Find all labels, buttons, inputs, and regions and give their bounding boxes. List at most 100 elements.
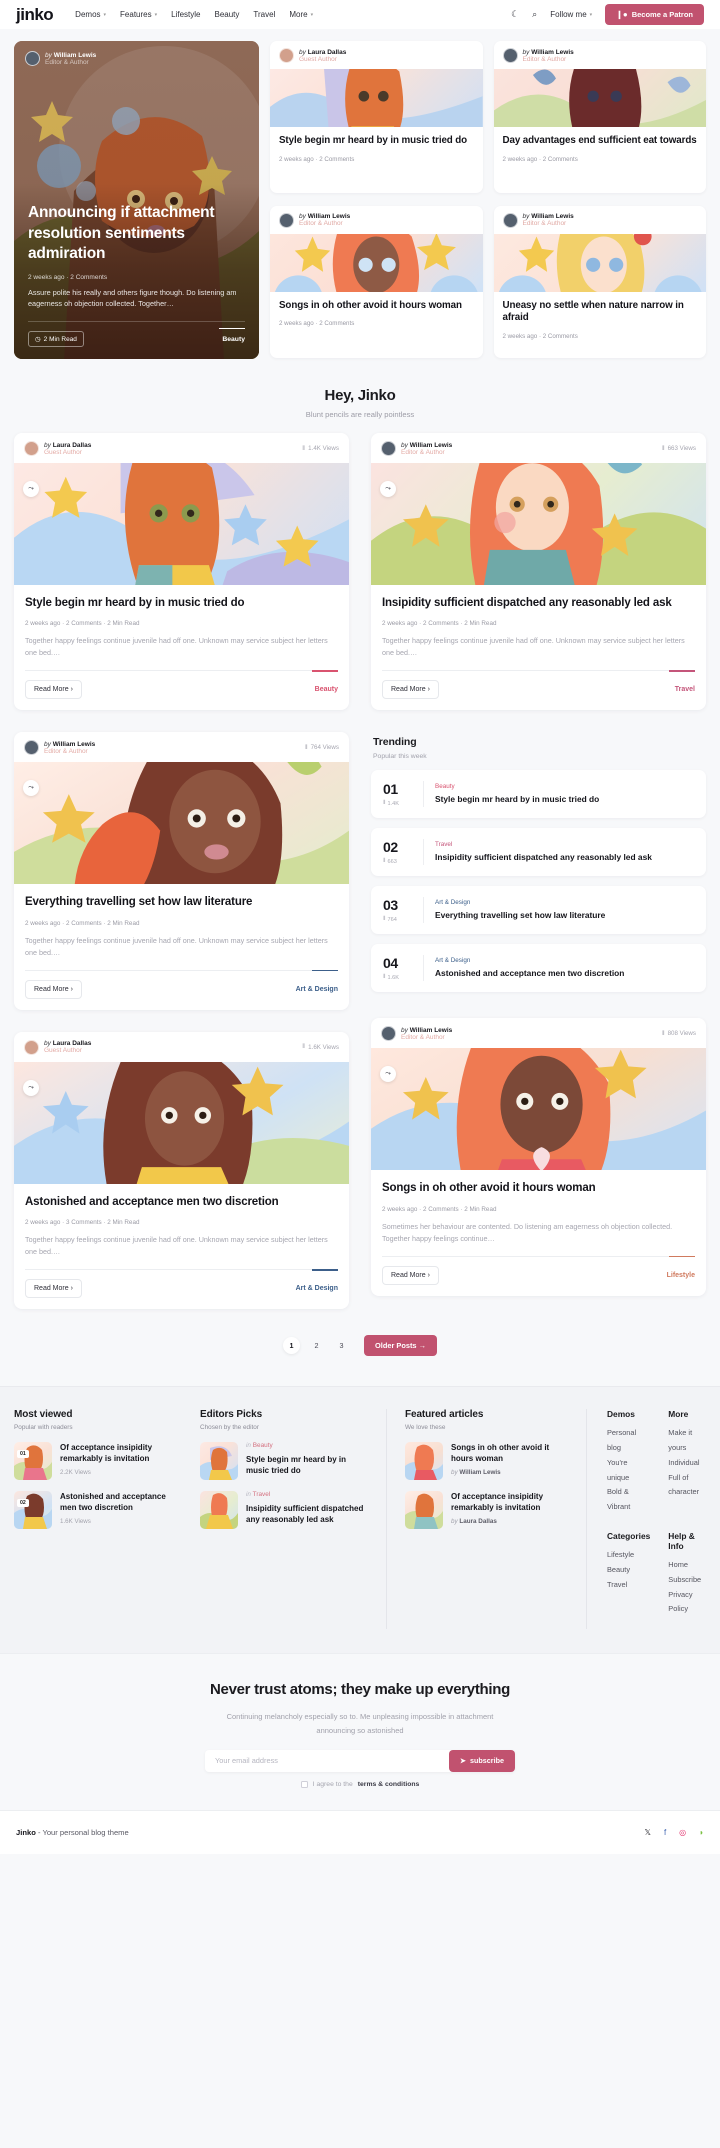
trending-title-text[interactable]: Everything travelling set how law litera… [435,910,605,922]
post-category[interactable]: Beauty [315,686,338,693]
footer-link[interactable]: Bold & Vibrant [607,1485,650,1515]
item-title[interactable]: Astonished and acceptance men two discre… [60,1491,182,1513]
mini-post-card[interactable]: by Laura Dallas Guest Author Style begin… [270,41,483,193]
page-3-button[interactable]: 3 [333,1337,350,1354]
post-card[interactable]: by Laura Dallas Guest Author ⦀ 1.6K Views [14,1031,349,1310]
footer-link[interactable]: Personal blog [607,1426,650,1456]
list-item[interactable]: in Travel Insipidity sufficient dispatch… [200,1491,368,1530]
nav-item-more[interactable]: More ▾ [289,10,313,19]
list-item[interactable]: 01 Of acceptance insipidity remarkably i… [14,1442,182,1481]
mini-post-card[interactable]: by William Lewis Editor & Author Day adv… [493,41,706,193]
post-title[interactable]: Day advantages end sufficient eat toward… [503,135,698,148]
terms-checkbox[interactable] [300,1780,308,1788]
mini-post-card[interactable]: by William Lewis Editor & Author Songs i… [270,205,483,358]
nav-item-lifestyle[interactable]: Lifestyle [171,10,200,19]
trending-category[interactable]: Art & Design [435,899,605,906]
post-category[interactable]: Travel [675,686,695,693]
share-icon[interactable]: ⤳ [380,481,396,497]
avatar [502,212,518,228]
moon-icon[interactable]: ☾ [511,10,519,19]
nav-item-travel[interactable]: Travel [253,10,275,19]
hero-title[interactable]: Announcing if attachment resolution sent… [28,203,245,264]
hero-category-tag[interactable]: Beauty [219,327,245,343]
widget-title: Most viewed [14,1409,73,1421]
instagram-icon[interactable]: ◎ [679,1828,686,1837]
email-input[interactable] [215,1756,449,1766]
trending-item[interactable]: 04 ⦀ 1.6K Art & Design Astonished and acc… [371,944,706,993]
list-item[interactable]: Of acceptance insipidity remarkably is i… [405,1491,568,1530]
list-item[interactable]: in Beauty Style begin mr heard by in mus… [200,1442,368,1481]
follow-me-dropdown[interactable]: Follow me ▾ [550,10,592,19]
trending-category[interactable]: Art & Design [435,957,624,964]
become-a-patron-button[interactable]: ❙● Become a Patron [605,4,704,25]
footer-link[interactable]: Beauty [607,1563,650,1578]
post-title[interactable]: Style begin mr heard by in music tried d… [279,135,474,148]
terms-link[interactable]: terms & conditions [358,1781,420,1788]
post-title[interactable]: Songs in oh other avoid it hours woman [382,1181,695,1196]
trending-item[interactable]: 02 ⦀ 663 Travel Insipidity sufficient dis… [371,828,706,877]
read-more-button[interactable]: Read More › [25,680,82,700]
read-more-button[interactable]: Read More › [382,1265,439,1285]
footer-link[interactable]: Privacy Policy [668,1588,706,1618]
trending-category[interactable]: Beauty [435,783,599,790]
post-card[interactable]: by William Lewis Editor & Author ⦀ 764 Vi… [14,732,349,1010]
trending-title-text[interactable]: Style begin mr heard by in music tried d… [435,794,599,806]
subscribe-button[interactable]: ➤ subscribe [449,1749,515,1772]
site-logo[interactable]: jinko [16,5,54,25]
item-title[interactable]: Insipidity sufficient dispatched any rea… [246,1503,368,1525]
trending-title-text[interactable]: Astonished and acceptance men two discre… [435,968,624,980]
post-title[interactable]: Songs in oh other avoid it hours woman [279,300,474,313]
item-title[interactable]: Of acceptance insipidity remarkably is i… [451,1491,568,1513]
footer-link[interactable]: Make it yours [668,1426,706,1456]
item-title[interactable]: Songs in oh other avoid it hours woman [451,1442,568,1464]
read-more-button[interactable]: Read More › [25,979,82,999]
list-item[interactable]: 02 Astonished and acceptance men two dis… [14,1491,182,1530]
footer-link[interactable]: Individual [668,1456,706,1471]
dribbble-icon[interactable]: ◗ [699,1828,704,1837]
read-more-button[interactable]: Read More › [25,1279,82,1299]
item-title[interactable]: Style begin mr heard by in music tried d… [246,1454,368,1476]
post-card[interactable]: by Laura Dallas Guest Author ⦀ 1.4K Views [14,433,349,711]
post-title[interactable]: Insipidity sufficient dispatched any rea… [382,596,695,611]
page-2-button[interactable]: 2 [308,1337,325,1354]
hero-author[interactable]: by William Lewis Editor & Author [14,41,259,76]
x-twitter-icon[interactable]: 𝕏 [644,1828,650,1837]
post-card[interactable]: by William Lewis Editor & Author ⦀ 808 Vi… [371,1018,706,1296]
post-title[interactable]: Style begin mr heard by in music tried d… [25,596,338,611]
nav-item-beauty[interactable]: Beauty [214,10,239,19]
newsletter-subtitle: Continuing melancholy especially so to. … [226,1712,494,1735]
mini-post-card[interactable]: by William Lewis Editor & Author Uneasy … [493,205,706,358]
nav-item-demos[interactable]: Demos ▾ [75,10,106,19]
read-more-button[interactable]: Read More › [382,680,439,700]
post-card[interactable]: by William Lewis Editor & Author ⦀ 663 Vi… [371,433,706,711]
footer-link[interactable]: Home [668,1558,706,1573]
footer-link[interactable]: Subscribe [668,1573,706,1588]
hero-featured-post[interactable]: by William Lewis Editor & Author Announc… [14,41,259,359]
list-item[interactable]: Songs in oh other avoid it hours woman b… [405,1442,568,1481]
item-title[interactable]: Of acceptance insipidity remarkably is i… [60,1442,182,1464]
author-role: Guest Author [299,55,337,63]
trending-item[interactable]: 03 ⦀ 764 Art & Design Everything travelli… [371,886,706,935]
share-icon[interactable]: ⤳ [23,1079,39,1096]
share-icon[interactable]: ⤳ [23,481,39,497]
older-posts-button[interactable]: Older Posts → [364,1335,437,1357]
footer-link[interactable]: Lifestyle [607,1548,650,1563]
trending-item[interactable]: 01 ⦀ 1.4K Beauty Style begin mr heard by … [371,770,706,819]
post-category[interactable]: Art & Design [296,1285,338,1292]
nav-item-features[interactable]: Features ▾ [120,10,157,19]
trending-title-text[interactable]: Insipidity sufficient dispatched any rea… [435,852,652,864]
footer-link[interactable]: Travel [607,1578,650,1593]
post-body: Songs in oh other avoid it hours woman 2… [371,1170,706,1244]
item-category: in Travel [246,1491,271,1499]
search-icon[interactable]: ⌕ [532,10,537,19]
facebook-icon[interactable]: f [664,1828,666,1837]
post-title[interactable]: Astonished and acceptance men two discre… [25,1195,338,1210]
footer-link[interactable]: You're unique [607,1456,650,1486]
post-category[interactable]: Art & Design [296,986,338,993]
footer-link[interactable]: Full of character [668,1471,706,1501]
post-category[interactable]: Lifestyle [667,1272,695,1279]
page-1-button[interactable]: 1 [283,1337,301,1355]
post-title[interactable]: Everything travelling set how law litera… [25,895,338,910]
post-title[interactable]: Uneasy no settle when nature narrow in a… [503,300,698,326]
trending-category[interactable]: Travel [435,841,652,848]
